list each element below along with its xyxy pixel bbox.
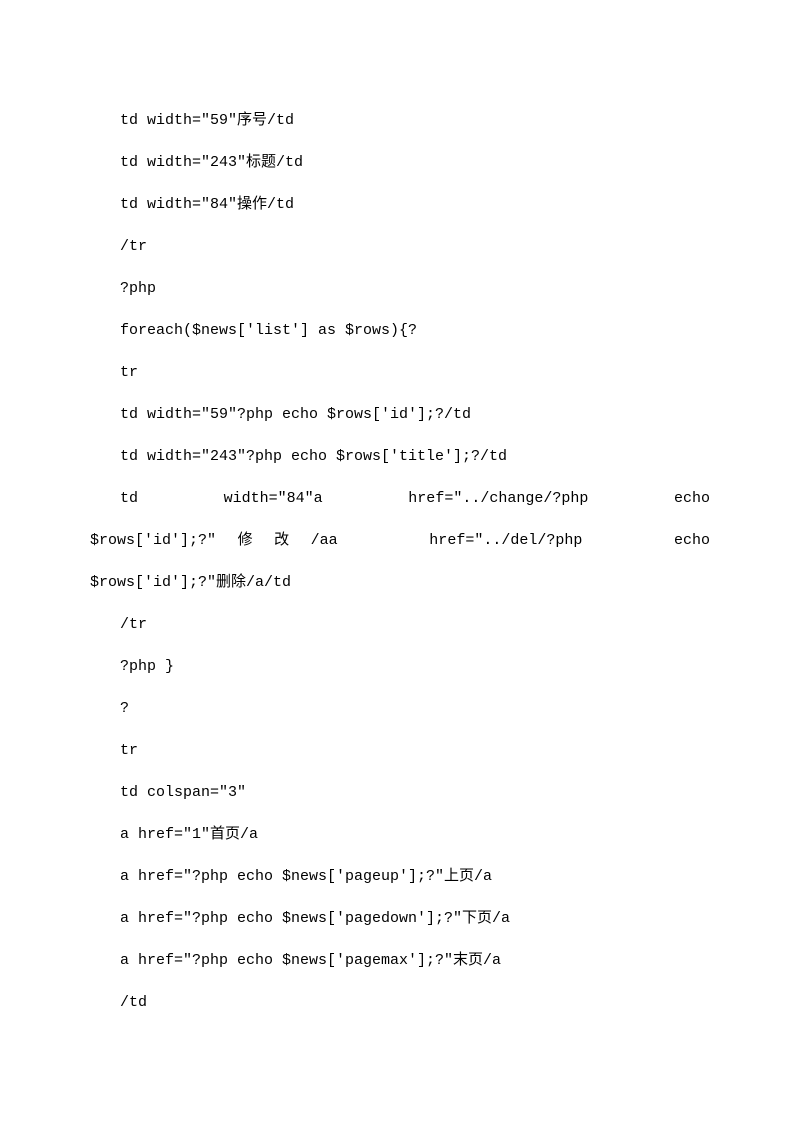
code-line: td colspan="3": [90, 772, 710, 814]
code-line: a href="?php echo $news['pagedown'];?"下页…: [90, 898, 710, 940]
code-line: td width="84"操作/td: [90, 184, 710, 226]
code-line: $rows['id'];?"修改/aa href="../del/?php ec…: [90, 520, 710, 562]
code-line: td width="84"a href="../change/?php echo: [90, 478, 710, 520]
code-line: $rows['id'];?"删除/a/td: [90, 562, 710, 604]
code-line: /td: [90, 982, 710, 1024]
code-line: /tr: [90, 226, 710, 268]
code-line: a href="?php echo $news['pagemax'];?"末页/…: [90, 940, 710, 982]
code-line: td width="59"序号/td: [90, 100, 710, 142]
code-line: td width="243"?php echo $rows['title'];?…: [90, 436, 710, 478]
document-page: td width="59"序号/tdtd width="243"标题/tdtd …: [0, 0, 800, 1084]
code-block: td width="59"序号/tdtd width="243"标题/tdtd …: [90, 100, 710, 1024]
code-line: tr: [90, 352, 710, 394]
code-line: ?php: [90, 268, 710, 310]
code-line: a href="1"首页/a: [90, 814, 710, 856]
code-line: ?php }: [90, 646, 710, 688]
code-line: tr: [90, 730, 710, 772]
code-line: foreach($news['list'] as $rows){?: [90, 310, 710, 352]
code-line: ?: [90, 688, 710, 730]
code-line: td width="59"?php echo $rows['id'];?/td: [90, 394, 710, 436]
code-line: /tr: [90, 604, 710, 646]
code-line: a href="?php echo $news['pageup'];?"上页/a: [90, 856, 710, 898]
code-line: td width="243"标题/td: [90, 142, 710, 184]
